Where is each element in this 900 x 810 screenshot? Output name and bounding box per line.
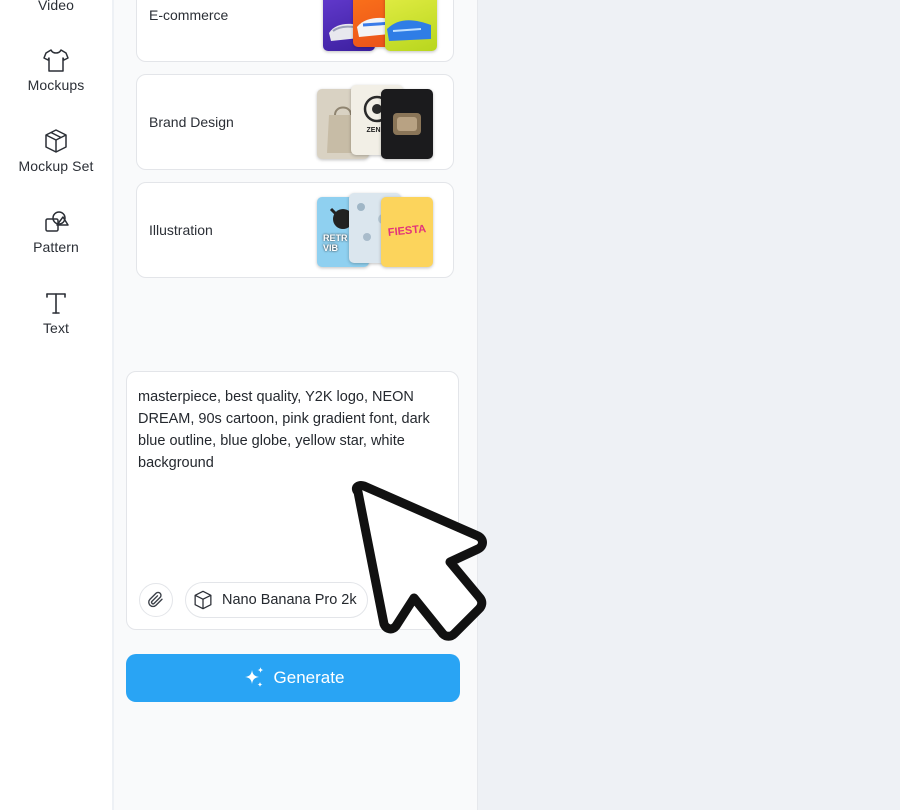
generator-panel: E-commerce Brand Design ZEN R Illustrati… xyxy=(114,0,478,810)
generate-label: Generate xyxy=(273,668,345,687)
category-card-label: Illustration xyxy=(149,222,213,238)
prompt-textarea[interactable]: masterpiece, best quality, Y2K logo, NEO… xyxy=(138,386,454,474)
category-thumbnails xyxy=(319,0,445,53)
model-label: Nano Banana Pro 2k xyxy=(222,592,357,608)
rail-item-text[interactable]: Text xyxy=(0,289,112,336)
shapes-icon xyxy=(45,211,69,232)
category-card-label: Brand Design xyxy=(149,114,234,130)
tshirt-icon xyxy=(43,49,69,72)
paperclip-icon xyxy=(148,591,163,608)
rail-item-label: Video xyxy=(37,0,75,13)
sparkle-icon xyxy=(244,667,264,687)
mouse-pointer-icon xyxy=(351,481,487,641)
thumbnail-image xyxy=(385,0,437,51)
rail-item-label: Mockup Set xyxy=(18,158,94,174)
generate-button[interactable]: Generate xyxy=(126,654,460,702)
category-thumbnails: ZEN R xyxy=(317,85,445,161)
rail-item-label: Pattern xyxy=(33,239,79,255)
category-card-illustration[interactable]: Illustration RETR VIB FIESTA xyxy=(136,182,454,278)
rail-item-pattern[interactable]: Pattern xyxy=(0,208,112,255)
model-selector[interactable]: Nano Banana Pro 2k xyxy=(185,582,368,618)
category-thumbnails: RETR VIB FIESTA xyxy=(317,193,445,269)
thumbnail-image: FIESTA xyxy=(381,197,433,267)
cube-icon xyxy=(45,129,67,153)
category-card-brand-design[interactable]: Brand Design ZEN R xyxy=(136,74,454,170)
category-card-label: E-commerce xyxy=(149,7,229,23)
category-card-ecommerce[interactable]: E-commerce xyxy=(136,0,454,62)
attach-button[interactable] xyxy=(139,583,173,617)
rail-item-mockups[interactable]: Mockups xyxy=(0,46,112,93)
rail-item-label: Text xyxy=(42,320,70,336)
cube-icon xyxy=(194,590,212,610)
thumbnail-image xyxy=(381,89,433,159)
thumbnail-caption: FIESTA xyxy=(387,223,427,239)
rail-item-video[interactable]: Video xyxy=(0,0,112,13)
text-icon xyxy=(46,293,66,314)
rail-item-label: Mockups xyxy=(27,77,85,93)
tool-rail: Video Mockups Mockup Set Pattern Text xyxy=(0,0,112,810)
rail-item-mockup-set[interactable]: Mockup Set xyxy=(0,127,112,174)
